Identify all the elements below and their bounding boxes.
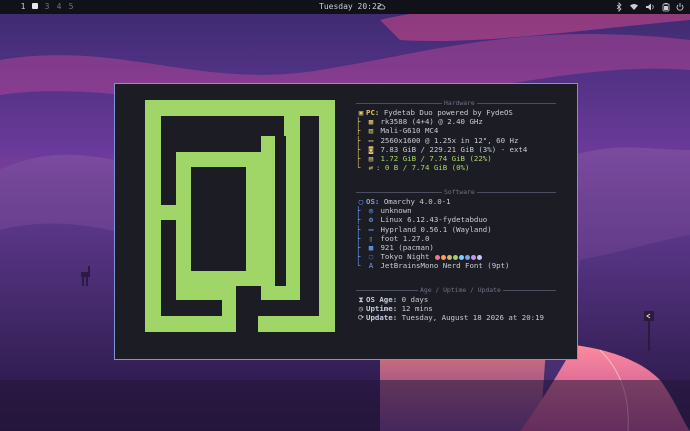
os-row: ▢ OS: Omarchy 4.0.0-1 [356,197,556,206]
power-icon[interactable] [675,0,685,14]
disk-icon: ◙ [368,144,374,154]
sw-row: ├ ▩ 921 (pacman) [356,242,434,252]
age-header: Age / Uptime / Update [356,286,556,295]
update-icon: ⟳ [357,313,365,323]
os-age-value: 0 days [401,295,429,304]
cpu-value: rk3588 (4+4) @ 2.40 GHz [380,117,483,127]
font-icon: A [368,261,374,271]
software-header: Software [356,188,556,197]
computer-icon: ▣ [358,108,364,117]
os-icon: ▢ [358,197,364,206]
display-value: 2560x1600 @ 1.25x in 12", 60 Hz [380,135,519,145]
palette-swatch [452,254,458,260]
palette-swatch [470,254,476,260]
gpu-value: Mali-G610 MC4 [380,126,439,136]
wm-value: Hyprland 0.56.1 (Wayland) [380,224,492,234]
workspace-active-indicator [32,2,38,9]
os-label: OS: [366,197,380,206]
color-palette [434,252,482,261]
memory-icon: ▤ [368,153,374,163]
sw-row: ├ ◎ unknown [356,206,412,216]
packages-value: 921 (pacman) [380,242,434,252]
workspace-4[interactable]: 4 [54,0,64,14]
hardware-title: Hardware [442,99,477,108]
hw-row: ├ ▭ 2560x1600 @ 1.25x in 12", 60 Hz [356,135,519,145]
uptime-row: ◷ Uptime: 12 mins [356,304,556,313]
palette-swatch [464,254,470,260]
cloud-icon[interactable] [377,0,386,14]
software-title: Software [442,188,477,197]
pc-label: PC: [366,108,380,117]
swap-value: : 0 B / 7.74 GiB (0%) [376,163,470,173]
terminal-value: foot 1.27.0 [380,233,430,243]
kernel-icon: ⚙ [368,215,374,225]
window-manager-icon: ▭ [368,224,374,234]
sw-row: └ A JetBrainsMono Nerd Font (9pt) [356,261,510,271]
wifi-icon[interactable] [629,0,639,14]
pc-value: Fydetab Duo powered by FydeOS [383,108,513,117]
palette-swatch [458,254,464,260]
update-row: ⟳ Update: Tuesday, August 18 2026 at 20:1… [356,313,556,322]
hw-row: ├ ◙ 7.83 GiB / 229.21 GiB (3%) - ext4 [356,144,528,154]
uptime-label: Uptime: [366,304,398,314]
pc-row: ▣ PC: Fydetab Duo powered by FydeOS [356,108,556,117]
package-icon: ▩ [368,242,374,252]
theme-value: Tokyo Night [380,252,430,262]
hw-row: └ ⇄: 0 B / 7.74 GiB (0%) [356,163,470,173]
software-section: Software ▢ OS: Omarchy 4.0.0-1 ├ ◎ unknown… [356,188,556,271]
workspace-5[interactable]: 5 [66,0,76,14]
os-age-row: ⧗ OS Age: 0 days [356,295,556,304]
uptime-value: 12 mins [401,304,433,314]
os-value: Omarchy 4.0.0-1 [383,197,451,206]
palette-swatch [440,254,446,260]
gpu-icon: ▥ [368,126,374,136]
palette-swatch [446,254,452,260]
update-label: Update: [366,313,398,323]
bluetooth-icon[interactable] [615,0,623,14]
battery-icon[interactable] [661,0,671,14]
clock[interactable]: Tuesday 20:22 [319,0,382,14]
disk-value: 7.83 GiB / 229.21 GiB (3%) - ext4 [380,144,528,154]
uptime-icon: ◷ [358,304,364,314]
os-age-label: OS Age: [366,295,398,304]
hw-row: ├ ▥ Mali-G610 MC4 [356,126,439,136]
cpu-icon: ▦ [368,117,374,127]
volume-icon[interactable] [645,0,655,14]
hw-row: ├ ▦ rk3588 (4+4) @ 2.40 GHz [356,117,483,127]
sw-row: ├ ◌ Tokyo Night [356,252,556,261]
workspace-1[interactable]: 1 [18,0,28,14]
kernel-value: Linux 6.12.43-fydetabduo [380,215,488,225]
age-title: Age / Uptime / Update [418,286,503,295]
sw-row: ├ ▯ foot 1.27.0 [356,233,430,243]
hardware-header: Hardware [356,99,556,108]
terminal-icon: ▯ [368,233,374,243]
display-icon: ▭ [368,135,374,145]
palette-swatch [476,254,482,260]
distro-value: unknown [380,206,412,216]
palette-swatch [434,254,440,260]
sw-row: ├ ▭ Hyprland 0.56.1 (Wayland) [356,224,492,234]
workspace-3[interactable]: 3 [42,0,52,14]
theme-icon: ◌ [368,252,374,262]
age-section: Age / Uptime / Update ⧗ OS Age: 0 days ◷ U… [356,286,556,323]
hw-row: ├ ▤ 1.72 GiB / 7.74 GiB (22%) [356,153,492,163]
swap-icon: ⇄ [368,163,374,173]
linux-icon: ◎ [368,206,374,216]
update-value: Tuesday, August 18 2026 at 20:19 [401,313,544,323]
hourglass-icon: ⧗ [358,295,364,304]
sw-row: ├ ⚙ Linux 6.12.43-fydetabduo [356,215,488,225]
memory-value: 1.72 GiB / 7.74 GiB (22%) [380,153,492,163]
hardware-section: Hardware ▣ PC: Fydetab Duo powered by Fyd… [356,99,556,172]
omarchy-logo [145,100,335,332]
workspace-2[interactable] [30,0,40,14]
font-value: JetBrainsMono Nerd Font (9pt) [380,261,510,271]
top-bar: 1 3 4 5 Tuesday 20:22 [0,0,690,14]
